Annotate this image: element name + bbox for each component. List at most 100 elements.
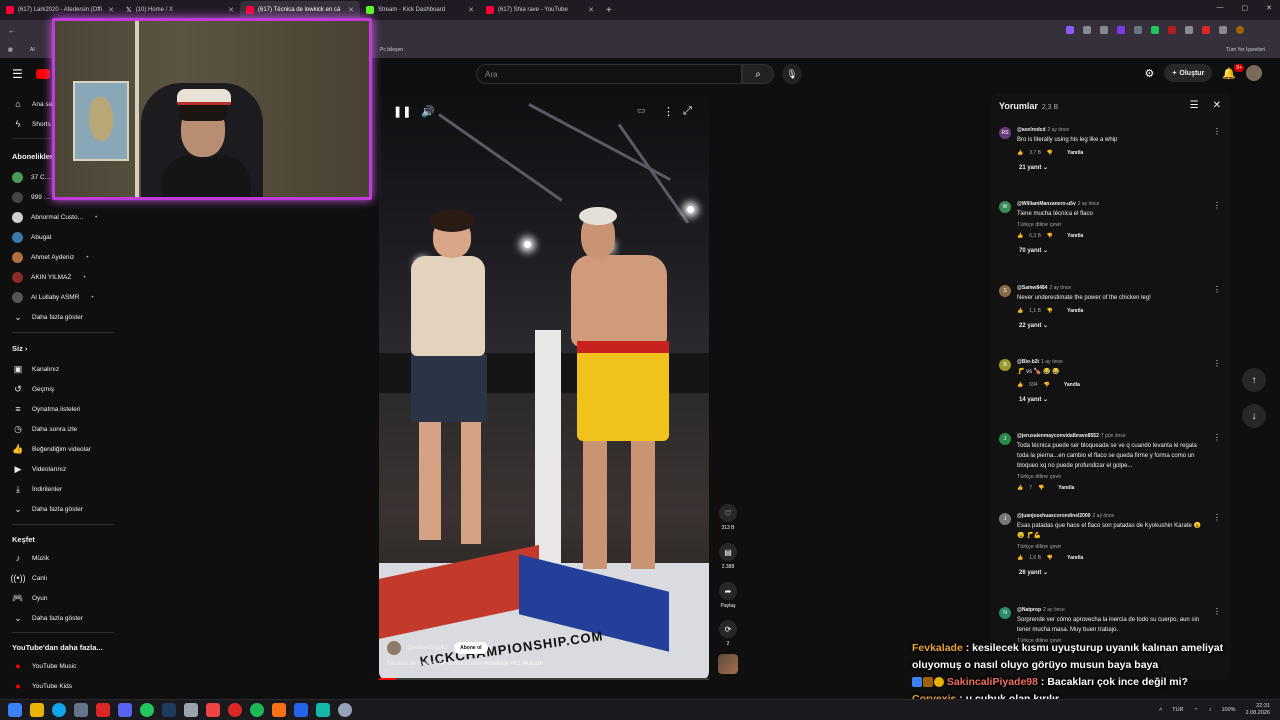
store-icon[interactable] [74, 703, 88, 717]
hamburger-menu-icon[interactable]: ☰ [12, 67, 23, 81]
browser-tab[interactable]: (617) Shia rave - YouTube ✕ [480, 1, 600, 19]
close-comments-icon[interactable]: ✕ [1213, 100, 1221, 111]
comment-menu-icon[interactable]: ⋮ [1213, 513, 1221, 522]
thumbs-down-icon[interactable]: 👎 [1038, 485, 1044, 491]
notifications-bell-icon[interactable]: 🔔 9+ [1222, 63, 1244, 80]
thumbs-up-icon[interactable]: 👍 [1017, 555, 1023, 561]
comment-menu-icon[interactable]: ⋮ [1213, 359, 1221, 368]
chrome-icon[interactable] [140, 703, 154, 717]
comment-menu-icon[interactable]: ⋮ [1213, 285, 1221, 294]
thumbs-down-icon[interactable]: 👎 [1044, 382, 1050, 388]
sidebar-item[interactable]: Ahmet Aydeniz • [12, 250, 89, 264]
opera-icon[interactable] [228, 703, 242, 717]
extension-icon[interactable] [1117, 26, 1125, 34]
commenter-avatar[interactable]: W [999, 201, 1011, 213]
app-icon[interactable] [316, 703, 330, 717]
reply-button[interactable]: Yanıtla [1067, 233, 1083, 239]
commenter-avatar[interactable]: J [999, 433, 1011, 445]
channel-name[interactable]: @eduardoghk1 [407, 645, 448, 651]
thumbs-up-icon[interactable]: 👍 [1017, 150, 1023, 156]
view-replies-button[interactable]: 26 yanıt ⌄ [1019, 569, 1207, 576]
thumbs-up-icon[interactable]: 👍 [1017, 308, 1023, 314]
maximize-icon[interactable]: ▢ [1242, 4, 1249, 12]
subscribe-button[interactable]: Abone ol [454, 642, 488, 654]
voice-search-button[interactable]: 🎙 [782, 64, 802, 84]
bookmark-pc[interactable]: Pc bileşen [380, 47, 403, 53]
volume-icon[interactable]: 🔊 [421, 105, 435, 118]
reply-button[interactable]: Yanıtla [1058, 485, 1074, 491]
sidebar-item[interactable]: ● YouTube Kids [12, 679, 72, 693]
sidebar-item[interactable]: 999 … [12, 190, 50, 204]
close-tab-icon[interactable]: ✕ [228, 6, 234, 14]
discord-icon[interactable] [118, 703, 132, 717]
sidebar-item[interactable]: ▶ Videolarınız [12, 462, 67, 476]
clock[interactable]: 22:31 2.08.2026 [1246, 703, 1270, 717]
close-window-icon[interactable]: ✕ [1266, 4, 1272, 12]
start-icon[interactable] [8, 703, 22, 717]
extension-icon[interactable] [1168, 26, 1176, 34]
sidebar-item[interactable]: ⤓ İndirilenler [12, 482, 62, 496]
input-language[interactable]: TUR [1172, 707, 1183, 713]
comment-author[interactable]: @axelrodcd [1017, 127, 1046, 133]
previous-short-button[interactable]: ↑ [1242, 368, 1266, 392]
commenter-avatar[interactable]: S [999, 285, 1011, 297]
sidebar-item[interactable]: ((•)) Canlı [10, 571, 47, 585]
edge-icon[interactable] [52, 703, 66, 717]
bookmark-ai[interactable]: AI [30, 47, 35, 53]
sort-icon[interactable]: ☰ [1190, 100, 1199, 111]
view-replies-button[interactable]: 22 yanıt ⌄ [1019, 322, 1207, 329]
translate-link[interactable]: Türkçe diline çevir [1017, 222, 1207, 228]
thumbs-up-icon[interactable]: 👍 [1017, 485, 1023, 491]
video-hashtags[interactable]: #lowkick #k1 #karate [484, 661, 543, 667]
sidebar-item[interactable]: Abugat [12, 230, 52, 244]
view-replies-button[interactable]: 21 yanıt ⌄ [1019, 164, 1207, 171]
sidebar-item[interactable]: 🎮 Oyun [12, 591, 47, 605]
volume-tray-icon[interactable]: ♪ [1209, 707, 1212, 713]
close-tab-icon[interactable]: ✕ [468, 6, 474, 14]
account-avatar[interactable] [1246, 65, 1262, 81]
new-tab-icon[interactable]: + [606, 5, 612, 16]
network-icon[interactable]: ⌔ [1194, 707, 1199, 714]
search-button[interactable]: ⌕ [742, 64, 774, 84]
battery-level[interactable]: 100% [1221, 707, 1235, 713]
next-short-button[interactable]: ↓ [1242, 404, 1266, 428]
sidebar-item[interactable]: AKIN YILMAZ • [12, 270, 86, 284]
comment-author[interactable]: @WilliamManzanero-u5v [1017, 201, 1076, 207]
search-input[interactable]: Ara [476, 64, 742, 84]
sidebar-item[interactable]: ⌄ Daha fazla göster [12, 310, 83, 324]
comment-author[interactable]: @juanjosehuascorondinel2000 [1017, 513, 1091, 519]
thumbs-down-icon[interactable]: 👎 [1047, 308, 1053, 314]
reply-button[interactable]: Yanıtla [1064, 382, 1080, 388]
comment-author[interactable]: @jerusalenmayconvidalbravo8552 [1017, 433, 1099, 439]
sidebar-item[interactable]: Al Lullaby ASMR • [12, 290, 94, 304]
extension-icon[interactable] [1134, 26, 1142, 34]
app-icon[interactable] [272, 703, 286, 717]
app-icon[interactable] [206, 703, 220, 717]
sidebar-item[interactable]: ⌄ Daha fazla göster [12, 502, 83, 516]
app-icon[interactable] [184, 703, 198, 717]
translate-link[interactable]: Türkçe diline çevir [1017, 474, 1207, 480]
sidebar-item[interactable]: 37 C… [12, 170, 51, 184]
more-options-icon[interactable]: ⋮ [663, 105, 674, 118]
share-action[interactable]: ➦ Paylaş [712, 582, 744, 609]
view-replies-button[interactable]: 70 yanıt ⌄ [1019, 247, 1207, 254]
extension-icon[interactable] [1202, 26, 1210, 34]
extension-icon[interactable] [1219, 26, 1227, 34]
bookmark-all[interactable]: Tüm Yer İşaretleri [1226, 47, 1265, 53]
youtube-logo[interactable] [36, 69, 50, 79]
profile-icon[interactable] [1236, 26, 1244, 34]
comment-menu-icon[interactable]: ⋮ [1213, 433, 1221, 442]
thumbs-down-icon[interactable]: 👎 [1047, 233, 1053, 239]
commenter-avatar[interactable]: J [999, 513, 1011, 525]
sidebar-item[interactable]: ▣ Kanalınız [12, 362, 59, 376]
sound-thumbnail[interactable] [712, 654, 744, 674]
sidebar-item[interactable]: ≡ Oynatma listeleri [12, 402, 80, 416]
thumbs-down-icon[interactable]: 👎 [1047, 150, 1053, 156]
translate-link[interactable]: Türkçe diline çevir [1017, 544, 1207, 550]
extension-icon[interactable] [1185, 26, 1193, 34]
steam-icon[interactable] [162, 703, 176, 717]
comment-menu-icon[interactable]: ⋮ [1213, 607, 1221, 616]
browser-tab[interactable]: Stream - Kick Dashboard ✕ [360, 1, 480, 19]
comment-author[interactable]: @Bio-b2t [1017, 359, 1039, 365]
close-tab-icon[interactable]: ✕ [588, 6, 594, 14]
